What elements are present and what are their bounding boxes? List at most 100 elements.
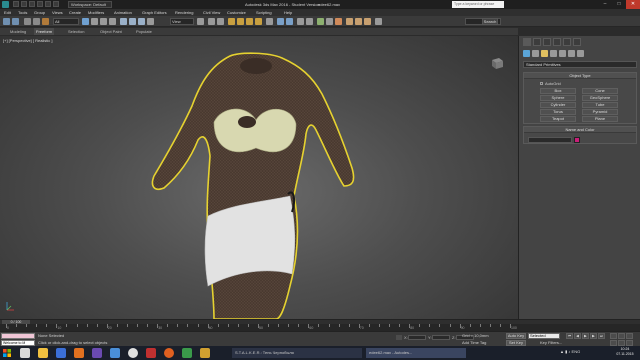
- cameras-icon[interactable]: [550, 50, 557, 57]
- save-file-icon[interactable]: [29, 1, 35, 7]
- redo-toolbar-icon[interactable]: [12, 18, 19, 25]
- menu-customize[interactable]: Customize: [227, 9, 246, 16]
- select-by-name-icon[interactable]: [91, 18, 98, 25]
- sphere-button[interactable]: Sphere: [540, 95, 576, 101]
- render-production-icon[interactable]: [364, 18, 371, 25]
- scale-icon[interactable]: [138, 18, 145, 25]
- box-button[interactable]: Box: [540, 88, 576, 94]
- taskbar-stalker[interactable]: S.T.A.L.K.E.R.: Тень Чернобыля: [232, 348, 362, 358]
- cone-button[interactable]: Cone: [582, 88, 618, 94]
- menu-civil-view[interactable]: Civil View: [203, 9, 220, 16]
- lock-selection-icon[interactable]: [396, 335, 402, 340]
- pan-icon[interactable]: [618, 333, 625, 339]
- reference-coordinate-dropdown[interactable]: View: [170, 18, 194, 25]
- create-tab-icon[interactable]: [523, 38, 531, 46]
- key-filters-button[interactable]: Key Filters...: [540, 340, 562, 345]
- tab-object-paint[interactable]: Object Paint: [98, 28, 124, 35]
- search-input[interactable]: Type a keyword or phrase: [452, 1, 504, 8]
- spinner-snap-icon[interactable]: [255, 18, 262, 25]
- plane-button[interactable]: Plane: [582, 116, 618, 122]
- windows-start-icon[interactable]: [2, 348, 12, 358]
- material-editor-icon[interactable]: [335, 18, 342, 25]
- motion-tab-icon[interactable]: [553, 38, 561, 46]
- folder-app-icon[interactable]: [38, 348, 48, 358]
- tab-modeling[interactable]: Modeling: [8, 28, 28, 35]
- redo-icon[interactable]: [45, 1, 51, 7]
- angle-snap-icon[interactable]: [237, 18, 244, 25]
- open-file-icon[interactable]: [21, 1, 27, 7]
- menu-modifiers[interactable]: Modifiers: [88, 9, 104, 16]
- a360-icon[interactable]: [375, 18, 382, 25]
- auto-key-button[interactable]: Auto Key: [506, 333, 526, 339]
- pyramid-button[interactable]: Pyramid: [582, 109, 618, 115]
- curve-editor-icon[interactable]: [317, 18, 324, 25]
- character-model[interactable]: [0, 36, 518, 319]
- select-manipulate-icon[interactable]: [208, 18, 215, 25]
- undo-toolbar-icon[interactable]: [3, 18, 10, 25]
- app-icon-2[interactable]: [200, 348, 210, 358]
- menu-tools[interactable]: Tools: [18, 9, 27, 16]
- explorer-app-icon[interactable]: [20, 348, 30, 358]
- undo-icon[interactable]: [37, 1, 43, 7]
- link-icon[interactable]: [24, 18, 31, 25]
- orbit-icon[interactable]: [626, 333, 633, 339]
- align-icon[interactable]: [286, 18, 293, 25]
- key-mode-dropdown[interactable]: Selected: [528, 333, 560, 339]
- object-type-title[interactable]: Object Type: [524, 73, 636, 79]
- layer-explorer-icon[interactable]: [297, 18, 304, 25]
- render-setup-icon[interactable]: [346, 18, 353, 25]
- volume-icon[interactable]: ♪: [568, 349, 570, 354]
- modify-tab-icon[interactable]: [533, 38, 541, 46]
- place-icon[interactable]: [147, 18, 154, 25]
- menu-edit[interactable]: Edit: [4, 9, 11, 16]
- app-icon[interactable]: [92, 348, 102, 358]
- add-time-tag[interactable]: Add Time Tag: [462, 340, 486, 345]
- play-icon[interactable]: ▶: [582, 333, 589, 339]
- project-folder-icon[interactable]: [53, 1, 59, 7]
- pivot-center-icon[interactable]: [197, 18, 204, 25]
- perspective-viewport[interactable]: [+] [Perspective] [ Realistic ]: [0, 36, 518, 319]
- rendered-frame-window-icon[interactable]: [355, 18, 362, 25]
- menu-scripting[interactable]: Scripting: [256, 9, 272, 16]
- systems-icon[interactable]: [577, 50, 584, 57]
- menu-graph-editors[interactable]: Graph Editors: [142, 9, 167, 16]
- workspace-dropdown[interactable]: Workspace: Default: [68, 1, 112, 8]
- geosphere-button[interactable]: GeoSphere: [582, 95, 618, 101]
- track-bar[interactable]: 0 10 20 30 40 50 60 70 80 90 100: [0, 324, 640, 331]
- media-app-icon[interactable]: [56, 348, 66, 358]
- y-coordinate-field[interactable]: [432, 335, 450, 340]
- schematic-view-icon[interactable]: [326, 18, 333, 25]
- opera-icon[interactable]: [146, 348, 156, 358]
- unlink-icon[interactable]: [33, 18, 40, 25]
- menu-animation[interactable]: Animation: [114, 9, 132, 16]
- next-frame-icon[interactable]: ▶: [590, 333, 597, 339]
- language-indicator[interactable]: ENG: [572, 349, 581, 354]
- utilities-tab-icon[interactable]: [573, 38, 581, 46]
- percent-snap-icon[interactable]: [246, 18, 253, 25]
- menu-group[interactable]: Group: [34, 9, 45, 16]
- search-toolbar-button[interactable]: Search: [482, 18, 498, 25]
- maximize-button[interactable]: □: [612, 0, 626, 9]
- firefox-icon[interactable]: [164, 348, 174, 358]
- display-tab-icon[interactable]: [563, 38, 571, 46]
- media-player-icon[interactable]: [74, 348, 84, 358]
- menu-create[interactable]: Create: [69, 9, 81, 16]
- object-name-field[interactable]: [528, 137, 572, 143]
- menu-help[interactable]: Help: [284, 9, 292, 16]
- move-icon[interactable]: [120, 18, 127, 25]
- cylinder-button[interactable]: Cylinder: [540, 102, 576, 108]
- maxscript-input[interactable]: [1, 333, 35, 339]
- space-warps-icon[interactable]: [568, 50, 575, 57]
- window-crossing-icon[interactable]: [109, 18, 116, 25]
- primitive-category-dropdown[interactable]: Standard Primitives: [523, 61, 637, 68]
- network-icon[interactable]: ▮: [565, 349, 567, 354]
- shapes-icon[interactable]: [532, 50, 539, 57]
- lights-icon[interactable]: [541, 50, 548, 57]
- new-scene-icon[interactable]: [13, 1, 19, 7]
- edit-named-selection-icon[interactable]: [266, 18, 273, 25]
- name-and-color-title[interactable]: Name and Color: [524, 127, 636, 133]
- hierarchy-tab-icon[interactable]: [543, 38, 551, 46]
- selection-filter-dropdown[interactable]: All: [53, 18, 79, 25]
- bind-space-warp-icon[interactable]: [42, 18, 49, 25]
- geometry-icon[interactable]: [523, 50, 530, 57]
